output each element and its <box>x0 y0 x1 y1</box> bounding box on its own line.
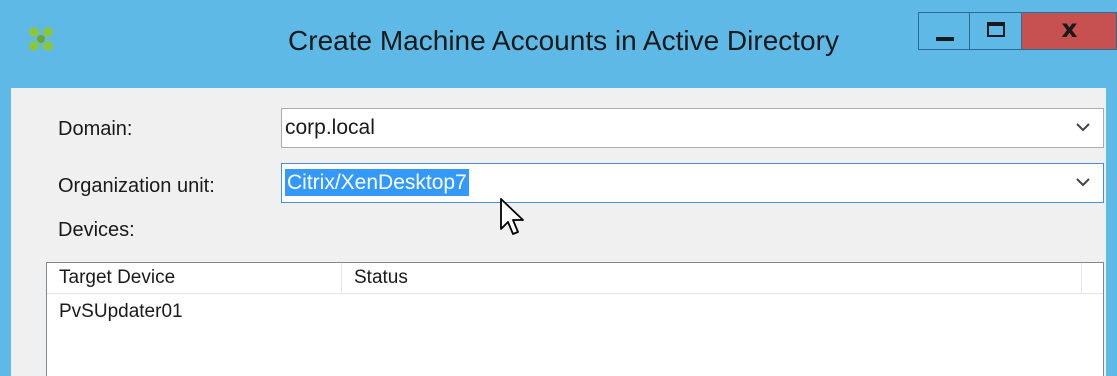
title-bar[interactable]: Create Machine Accounts in Active Direct… <box>0 0 1117 88</box>
minimize-button[interactable] <box>918 12 970 50</box>
devices-list[interactable]: Target Device Status PvSUpdater01 <box>46 262 1104 376</box>
close-icon: x <box>1061 14 1078 43</box>
minimize-icon <box>936 37 954 41</box>
devices-label: Devices: <box>58 219 135 241</box>
target-device-cell: PvSUpdater01 <box>59 301 183 322</box>
maximize-button[interactable] <box>970 12 1022 50</box>
organization-unit-value: Citrix/XenDesktop7 <box>285 169 469 196</box>
table-row[interactable]: PvSUpdater01 <box>47 299 1103 325</box>
domain-dropdown[interactable]: corp.local <box>281 108 1104 148</box>
domain-value: corp.local <box>285 116 375 139</box>
close-button[interactable]: x <box>1022 12 1117 50</box>
mouse-pointer-icon <box>500 198 524 235</box>
chevron-down-icon[interactable] <box>1076 177 1090 187</box>
column-header-target-device[interactable]: Target Device <box>47 263 342 293</box>
domain-label: Domain: <box>58 118 133 140</box>
organization-unit-dropdown[interactable]: Citrix/XenDesktop7 <box>281 163 1104 203</box>
devices-list-header: Target Device Status <box>47 263 1103 294</box>
maximize-icon <box>987 22 1005 37</box>
column-header-status[interactable]: Status <box>342 263 1082 293</box>
dialog-body: Domain: corp.local Organization unit: Ci… <box>11 88 1106 376</box>
dialog-window: Create Machine Accounts in Active Direct… <box>0 0 1117 376</box>
chevron-down-icon[interactable] <box>1076 122 1090 132</box>
organization-unit-label: Organization unit: <box>58 175 215 197</box>
